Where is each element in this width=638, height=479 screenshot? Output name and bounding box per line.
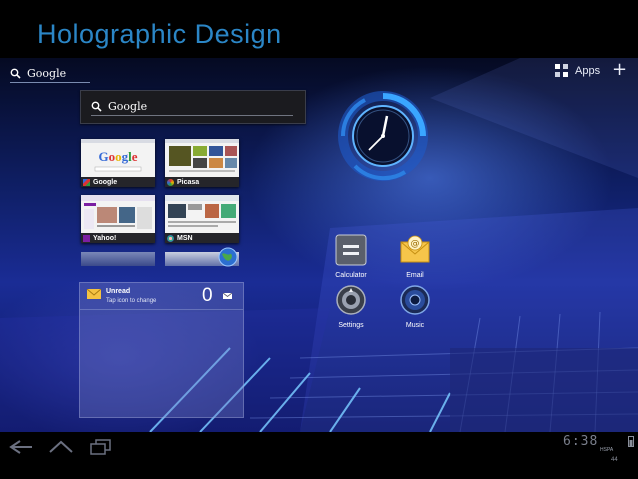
search-widget-label: Google [108,99,148,113]
app-label: Settings [338,322,364,329]
globe-icon [218,247,238,267]
picasa-thumbnail [169,146,237,172]
email-icon: @ [400,235,430,263]
system-bar [0,432,638,479]
picasa-favicon [167,178,174,186]
unread-count: 0 [202,285,213,306]
yahoo-thumbnail [81,195,155,229]
bookmark-row-partial[interactable] [81,252,239,266]
bookmark-label: Google [93,178,118,186]
apps-label: Apps [575,65,601,77]
add-button[interactable]: + [612,61,627,79]
bookmark-label: Picasa [177,178,200,186]
msn-favicon [167,234,174,242]
app-label: Calculator [335,272,367,279]
search-icon [10,68,21,79]
app-settings[interactable]: Settings [329,284,373,329]
home-icon[interactable] [48,438,74,456]
svg-text:@: @ [411,239,420,249]
google-search-widget[interactable]: Google [80,90,306,124]
bookmark-label: MSN [177,234,193,242]
svg-text:Google: Google [98,149,137,164]
app-email[interactable]: @ Email [393,234,437,279]
home-screen: Google Apps + Google Google Google Picas… [0,58,638,432]
mail-envelope-icon [87,289,101,299]
msn-thumbnail [165,195,239,227]
page-number: 44 [611,457,618,463]
apps-grid-icon [555,64,569,78]
bookmark-msn[interactable]: MSN [165,195,239,243]
app-calculator[interactable]: Calculator [329,234,373,279]
back-icon[interactable] [8,438,34,456]
bookmark-google[interactable]: Google Google [81,139,155,187]
app-label: Music [405,322,425,329]
calculator-icon [335,234,367,266]
status-clock[interactable]: 6:38 [563,434,598,449]
mail-small-icon [223,293,232,299]
slide-title: Holographic Design [37,19,282,49]
app-music[interactable]: Music [393,284,437,329]
battery-icon [628,436,634,447]
music-speaker-icon [400,285,430,315]
topbar-search-label: Google [27,66,67,80]
search-icon [91,101,102,112]
topbar-search[interactable]: Google [10,64,90,83]
app-label: Email [406,272,424,279]
apps-button[interactable]: Apps [555,64,600,78]
google-thumbnail: Google [94,149,142,172]
bookmark-yahoo[interactable]: Yahoo! [81,195,155,243]
gmail-unread-widget[interactable]: Unread Tap icon to change 0 [79,282,244,418]
gmail-widget-title: Unread [106,288,131,295]
settings-icon [336,285,366,315]
bookmark-picasa[interactable]: Picasa [165,139,239,187]
network-type: HSPA [600,447,614,453]
google-favicon [83,178,90,186]
bookmark-label: Yahoo! [93,234,117,242]
recent-apps-icon[interactable] [88,438,114,456]
yahoo-favicon [83,234,90,242]
analog-clock-widget[interactable] [335,88,431,184]
gmail-widget-subtitle: Tap icon to change [106,298,157,304]
